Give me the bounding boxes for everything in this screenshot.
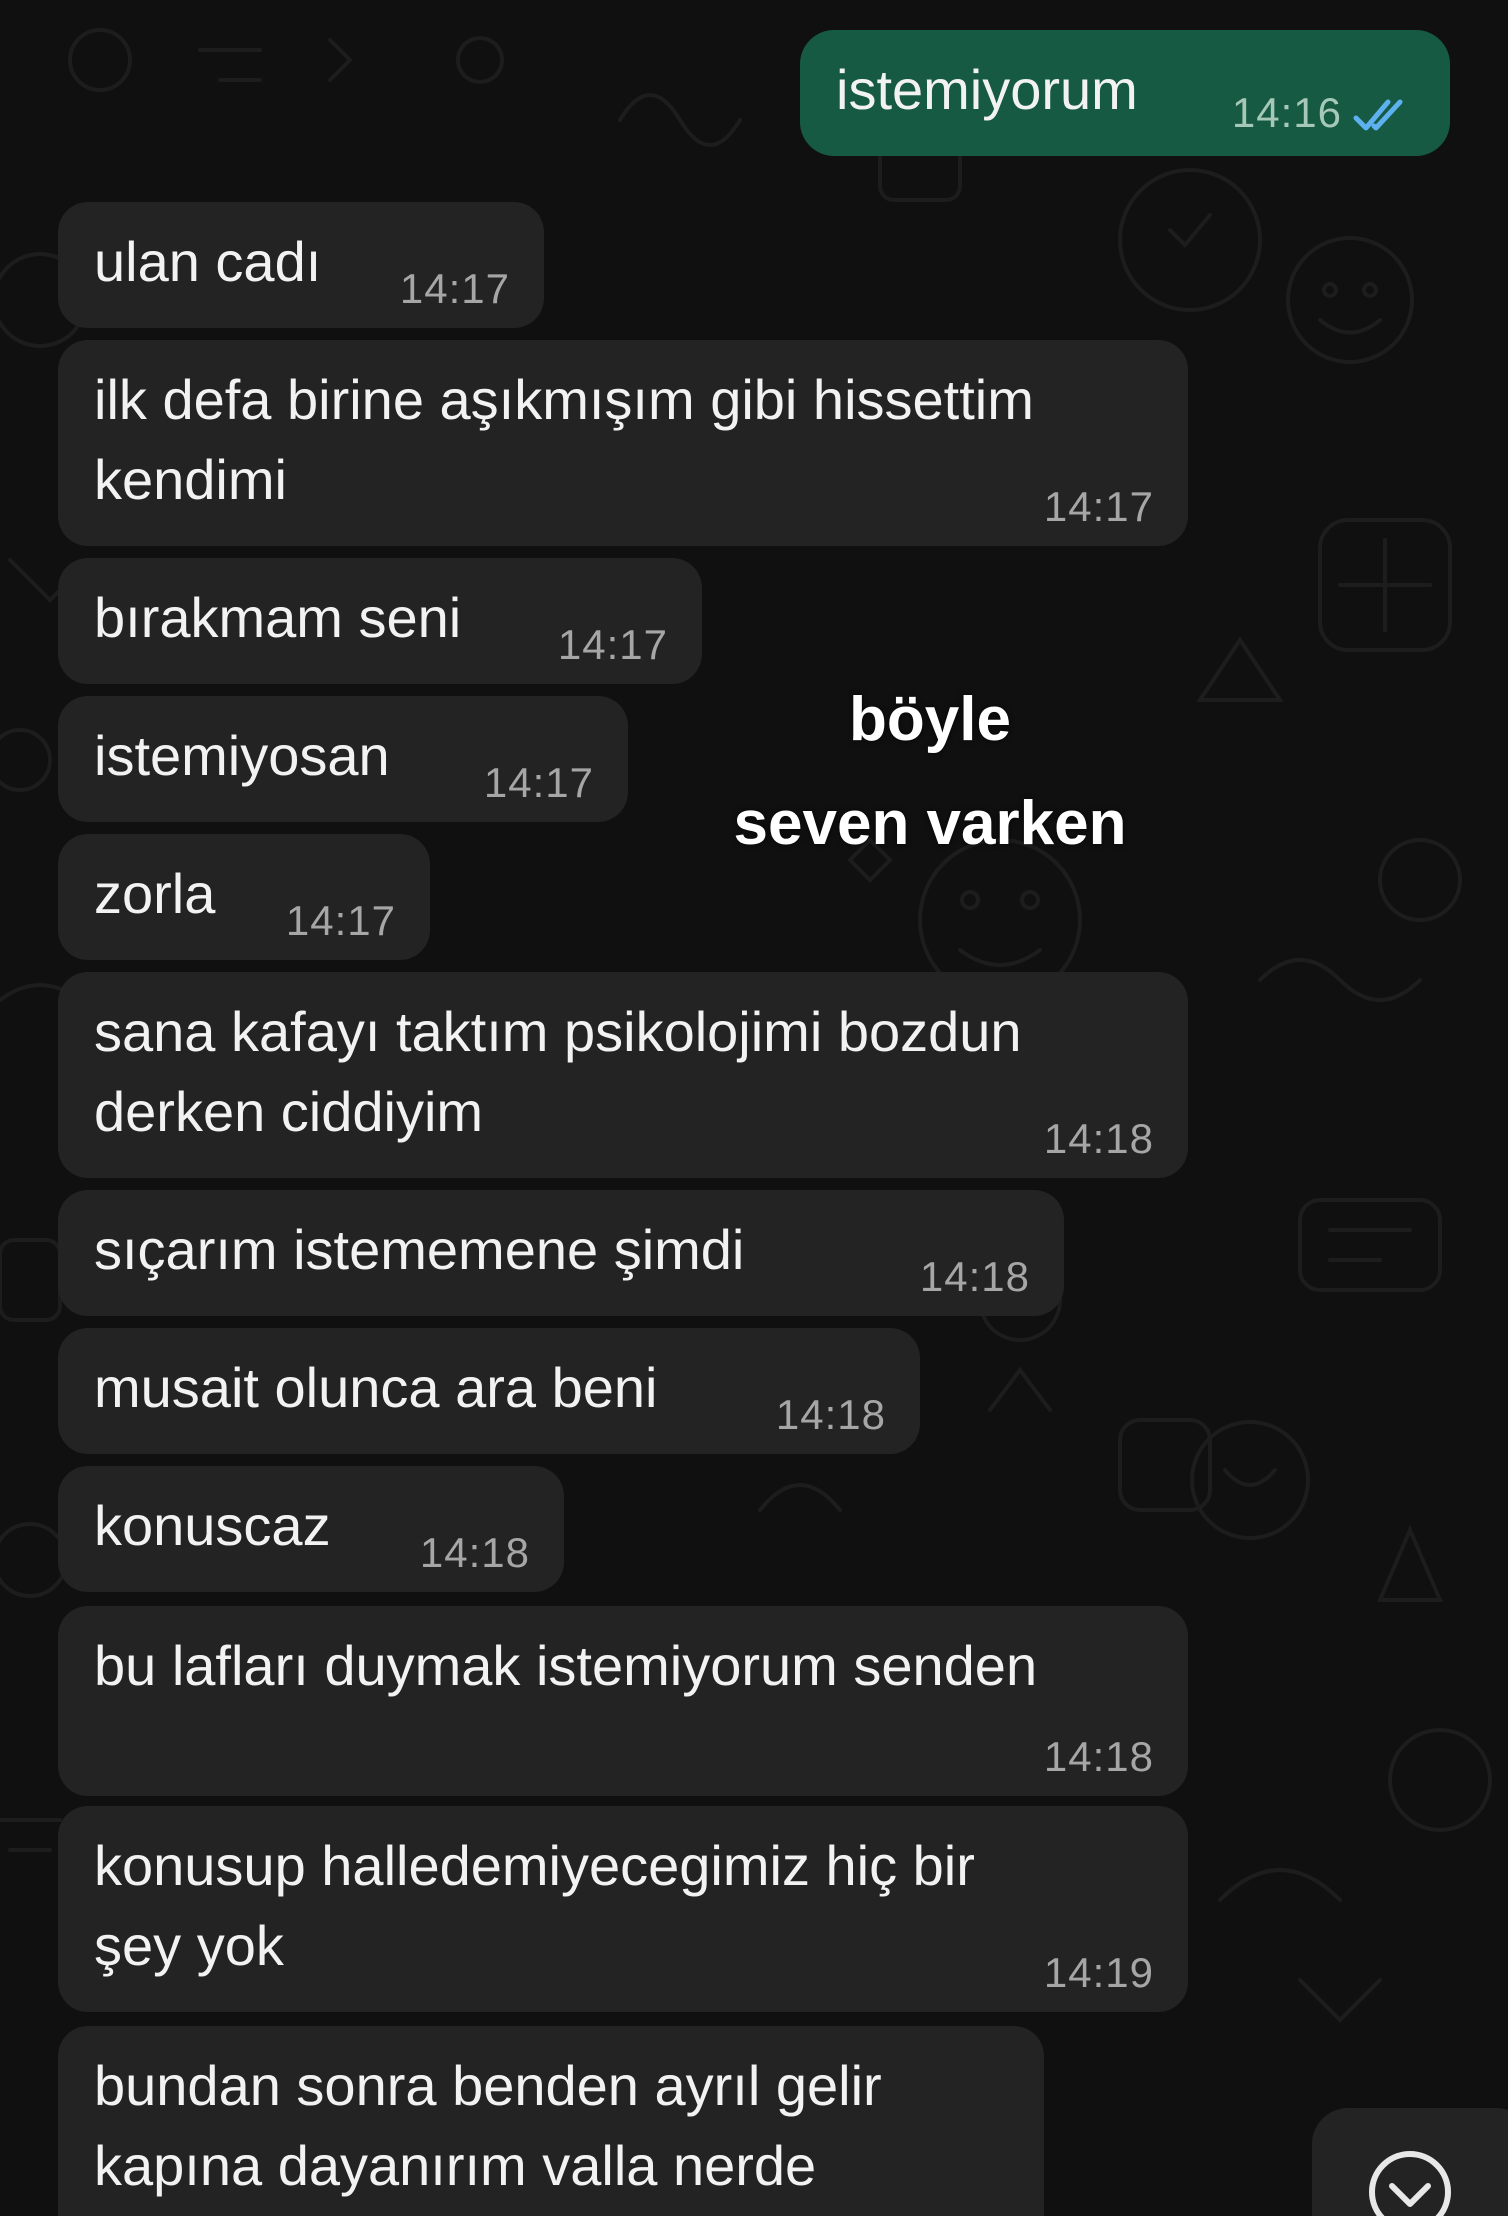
- incoming-message-bubble[interactable]: sana kafayı taktım psikolojimi bozdun de…: [58, 972, 1188, 1178]
- timestamp-text: 14:17: [285, 897, 396, 944]
- incoming-message-bubble[interactable]: bırakmam seni 14:17: [58, 558, 702, 684]
- chat-screen: istemiyorum 14:16 ulan cadı 14:17 ilk defa b…: [0, 0, 1508, 2216]
- timestamp-text: 14:17: [483, 759, 594, 806]
- message-timestamp: 14:18: [1044, 1114, 1154, 1164]
- message-timestamp: 14:18: [1044, 1732, 1154, 1782]
- message-text: istemiyosan: [94, 724, 390, 787]
- timestamp-text: 14:18: [1043, 1733, 1154, 1780]
- message-timestamp: 14:17: [558, 620, 668, 670]
- message-timestamp: 14:17: [400, 264, 510, 314]
- timestamp-text: 14:17: [1043, 483, 1154, 530]
- timestamp-text: 14:16: [1231, 89, 1342, 136]
- message-timestamp: 14:16: [1232, 88, 1410, 138]
- message-text: bundan sonra benden ayrıl gelir kapına d…: [94, 2054, 882, 2197]
- double-check-icon: [1353, 99, 1403, 131]
- timestamp-text: 14:18: [419, 1529, 530, 1576]
- timestamp-text: 14:17: [557, 621, 668, 668]
- incoming-message-bubble[interactable]: konusup halledemiyecegimiz hiç bir şey y…: [58, 1806, 1188, 2012]
- scroll-to-bottom-button[interactable]: [1312, 2108, 1508, 2216]
- message-text: bırakmam seni: [94, 586, 462, 649]
- overlay-caption-line2: seven varken: [733, 789, 1127, 858]
- message-timestamp: 14:17: [484, 758, 594, 808]
- message-timestamp: 14:18: [776, 1390, 886, 1440]
- message-text: ilk defa birine aşıkmışım gibi hissettim…: [94, 368, 1034, 511]
- incoming-message-bubble[interactable]: bu lafları duymak istemiyorum senden 14:1…: [58, 1606, 1188, 1796]
- incoming-message-bubble[interactable]: bundan sonra benden ayrıl gelir kapına d…: [58, 2026, 1044, 2216]
- message-text: konuscaz: [94, 1494, 331, 1557]
- message-text: istemiyorum: [836, 58, 1138, 121]
- message-timestamp: 14:18: [420, 1528, 530, 1578]
- message-text: bu lafları duymak istemiyorum senden: [94, 1634, 1038, 1697]
- message-text: sıçarım istememene şimdi: [94, 1218, 745, 1281]
- timestamp-text: 14:18: [1043, 1115, 1154, 1162]
- message-text: konusup halledemiyecegimiz hiç bir şey y…: [94, 1834, 975, 1977]
- outgoing-message-bubble[interactable]: istemiyorum 14:16: [800, 30, 1450, 156]
- timestamp-text: 14:18: [775, 1391, 886, 1438]
- timestamp-text: 14:19: [1043, 1949, 1154, 1996]
- message-text: ulan cadı: [94, 230, 322, 293]
- message-timestamp: 14:19: [1044, 1948, 1154, 1998]
- incoming-message-bubble[interactable]: ilk defa birine aşıkmışım gibi hissettim…: [58, 340, 1188, 546]
- chevron-down-circle-icon: [1369, 2151, 1451, 2216]
- incoming-message-bubble[interactable]: sıçarım istememene şimdi 14:18: [58, 1190, 1064, 1316]
- message-text: musait olunca ara beni: [94, 1356, 658, 1419]
- incoming-message-bubble[interactable]: konuscaz 14:18: [58, 1466, 564, 1592]
- incoming-message-bubble[interactable]: zorla 14:17: [58, 834, 430, 960]
- message-timestamp: 14:18: [920, 1252, 1030, 1302]
- timestamp-text: 14:18: [919, 1253, 1030, 1300]
- timestamp-text: 14:17: [399, 265, 510, 312]
- incoming-message-bubble[interactable]: musait olunca ara beni 14:18: [58, 1328, 920, 1454]
- incoming-message-bubble[interactable]: istemiyosan 14:17: [58, 696, 628, 822]
- overlay-caption-line1: böyle: [849, 685, 1011, 754]
- incoming-message-bubble[interactable]: ulan cadı 14:17: [58, 202, 544, 328]
- message-timestamp: 14:17: [286, 896, 396, 946]
- message-text: sana kafayı taktım psikolojimi bozdun de…: [94, 1000, 1022, 1143]
- message-timestamp: 14:17: [1044, 482, 1154, 532]
- message-text: zorla: [94, 862, 216, 925]
